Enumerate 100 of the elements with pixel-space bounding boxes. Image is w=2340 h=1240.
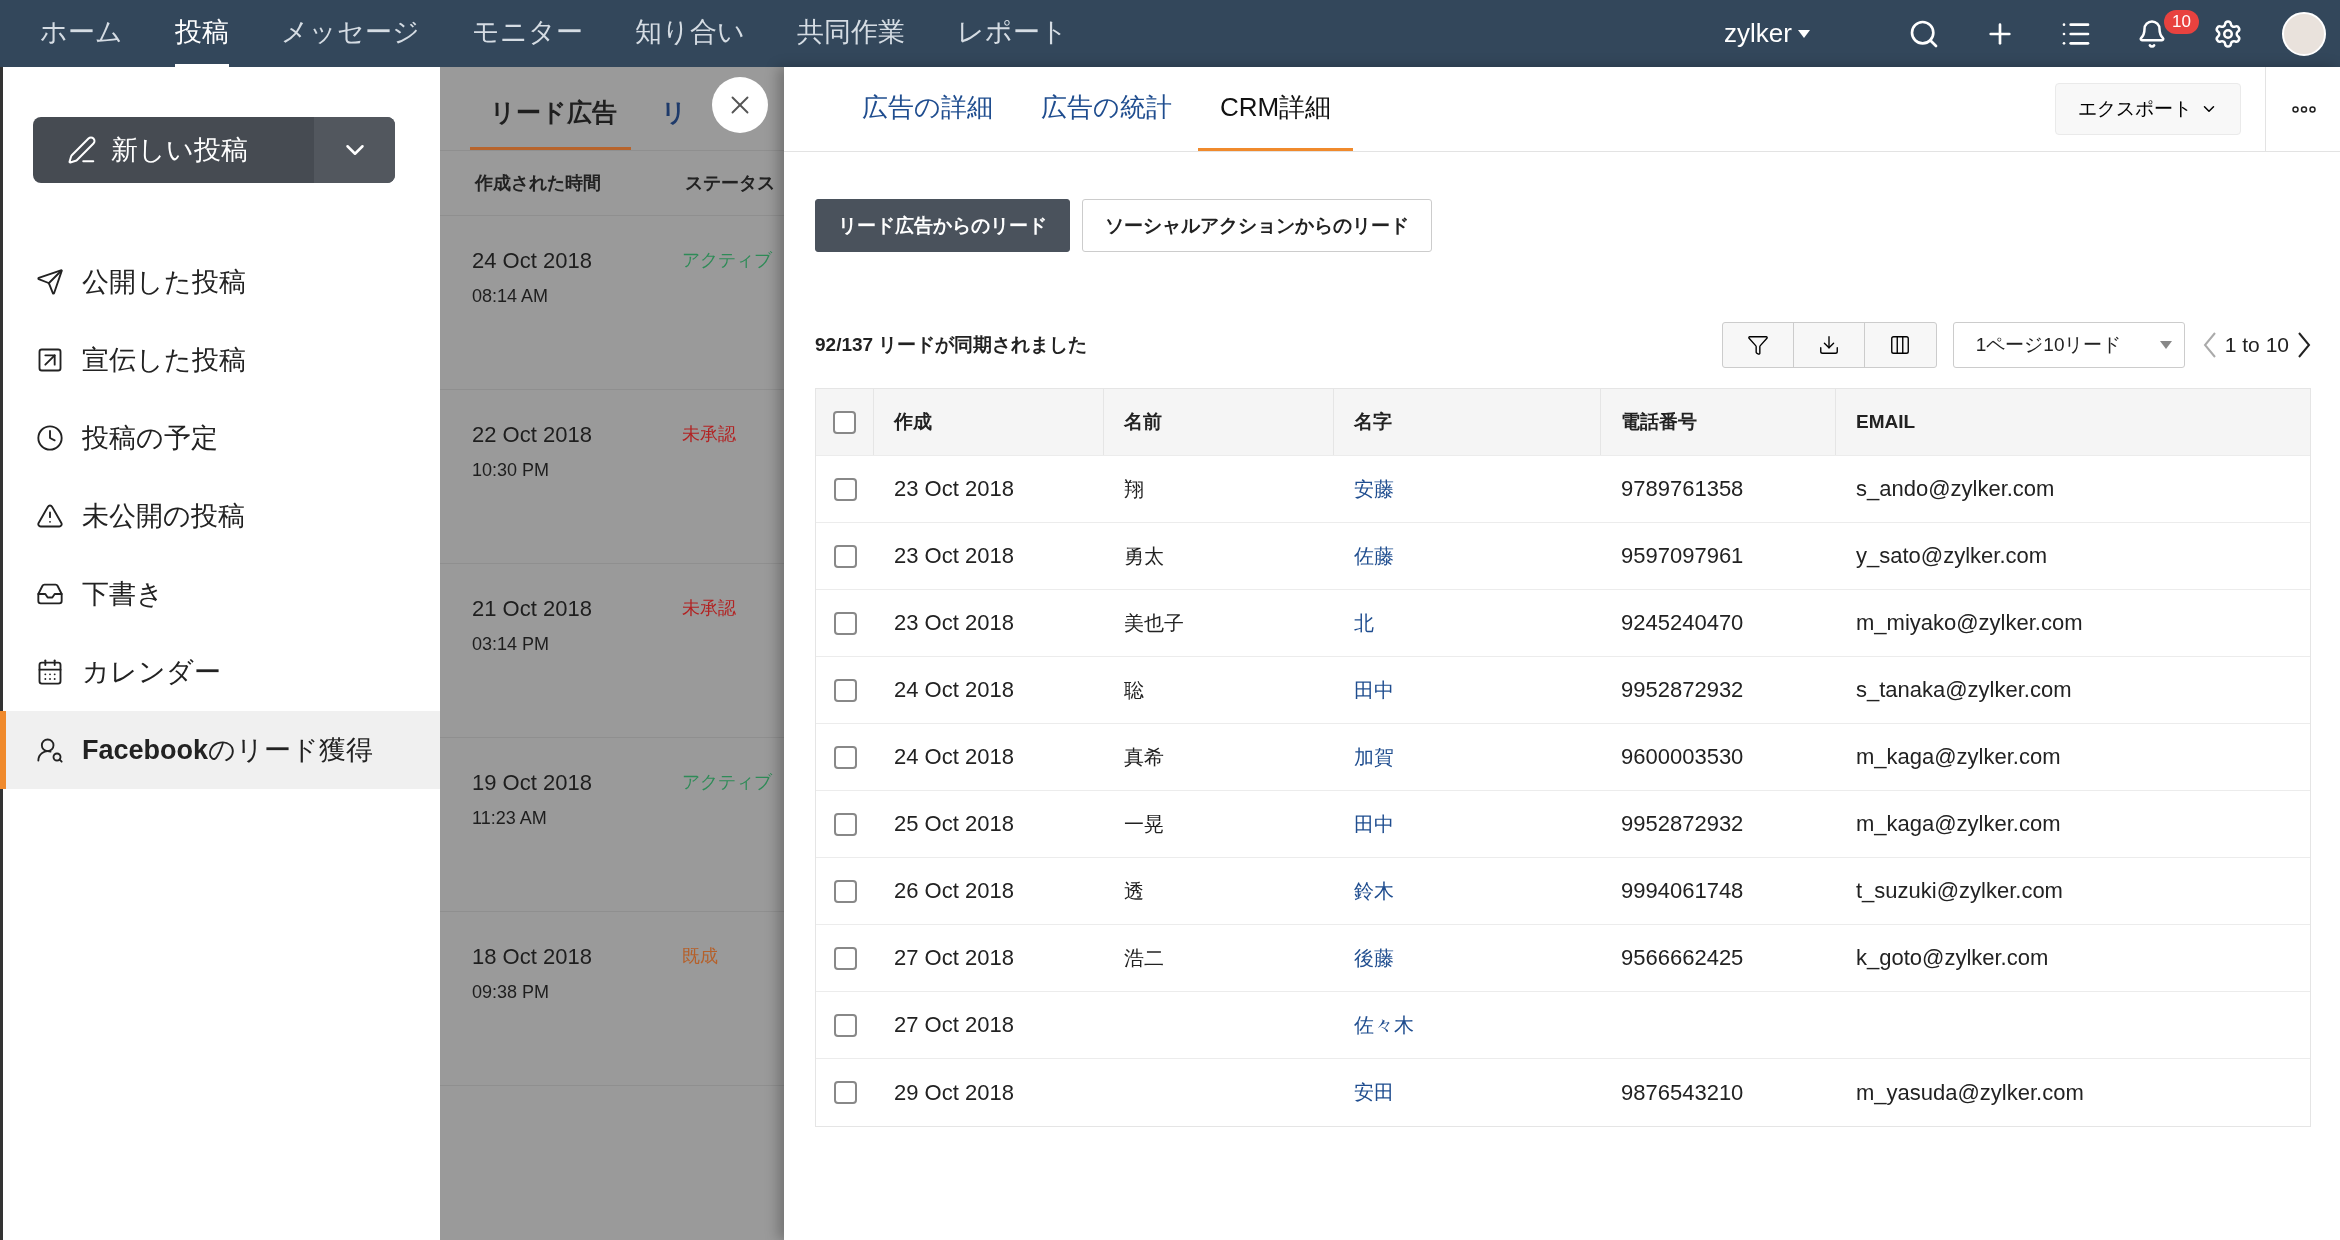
nav-tab[interactable]: 共同作業	[797, 0, 905, 67]
last-name-link[interactable]: 佐々木	[1334, 1011, 1601, 1039]
detail-tab[interactable]: 広告の統計	[1019, 67, 1194, 151]
nav-tab[interactable]: 知り合い	[635, 0, 745, 67]
sidebar-item[interactable]: Facebookのリード獲得	[0, 711, 440, 789]
chevron-right-icon	[2297, 332, 2311, 358]
sidebar-item[interactable]: 下書き	[0, 555, 440, 633]
nav-tab[interactable]: モニター	[472, 0, 583, 67]
ad-time: 09:38 PM	[472, 982, 551, 1003]
nav-tab[interactable]: メッセージ	[281, 0, 420, 67]
last-name-link[interactable]: 田中	[1334, 810, 1601, 838]
last-name-link[interactable]: 田中	[1334, 676, 1601, 704]
row-checkbox[interactable]	[833, 879, 857, 903]
table-cell-text: 勇太	[1123, 543, 1165, 569]
last-name-link[interactable]: 安田	[1334, 1079, 1601, 1106]
table-cell-text: y_sato@zylker.com	[1855, 543, 2049, 569]
page-size-select[interactable]: 1ページ10リード	[1952, 322, 2185, 368]
export-button[interactable]: エクスポート	[2055, 83, 2241, 135]
row-checkbox[interactable]	[833, 1081, 857, 1104]
table-cell-text: 9952872932	[1620, 677, 1745, 703]
table-cell-text: m_kaga@zylker.com	[1855, 744, 2062, 770]
next-page-button[interactable]	[2297, 332, 2311, 358]
lead-source-button[interactable]: リード広告からのリード	[815, 199, 1070, 252]
row-checkbox[interactable]	[833, 1013, 857, 1037]
last-name-link[interactable]: 加賀	[1334, 743, 1601, 771]
ad-time: 08:14 AM	[472, 286, 550, 307]
caret-icon	[2159, 341, 2172, 349]
select-all-checkbox[interactable]	[833, 410, 856, 434]
download-icon	[1817, 334, 1840, 356]
sidebar-item[interactable]: 未公開の投稿	[0, 477, 440, 555]
columns-icon	[1889, 334, 1912, 356]
clock-icon	[36, 424, 64, 452]
calendar-icon	[36, 658, 64, 686]
arrow-square-icon	[36, 346, 64, 374]
row-checkbox[interactable]	[833, 745, 857, 769]
row-checkbox[interactable]	[833, 812, 857, 836]
chevron-left-icon	[2202, 332, 2217, 358]
person-icon	[36, 736, 64, 764]
table-cell-text: 9994061748	[1620, 878, 1745, 904]
detail-tab[interactable]: 広告の詳細	[840, 67, 1015, 151]
previous-page-button[interactable]	[2202, 332, 2217, 358]
table-cell-text: 25 Oct 2018	[893, 811, 1015, 837]
table-cell-text: 一晃	[1123, 811, 1165, 837]
last-name-link[interactable]: 安藤	[1334, 475, 1601, 503]
avatar[interactable]	[2282, 11, 2326, 56]
ad-status: 未承認	[682, 423, 736, 446]
table-cell-text: m_miyako@zylker.com	[1855, 610, 2084, 636]
table-cell-text: 29 Oct 2018	[893, 1079, 1015, 1106]
sync-status-text: 92/137 リードが同期されました	[815, 333, 1089, 357]
column-header: 作成	[874, 389, 1104, 455]
row-checkbox[interactable]	[833, 946, 857, 970]
send-icon	[36, 268, 64, 296]
table-cell-text: 9597097961	[1620, 543, 1745, 569]
ad-status: アクティブ	[682, 249, 772, 272]
row-checkbox[interactable]	[833, 678, 857, 702]
column-header: 電話番号	[1601, 389, 1836, 455]
table-cell-text: 24 Oct 2018	[893, 744, 1015, 770]
row-checkbox[interactable]	[833, 544, 857, 568]
ad-status: 既成	[682, 945, 718, 968]
panel-tab[interactable]: リ	[661, 96, 687, 150]
table-cell-text: 浩二	[1123, 945, 1165, 971]
last-name-link[interactable]: 北	[1334, 609, 1601, 637]
ad-date: 22 Oct 2018	[472, 422, 593, 448]
ad-time: 11:23 AM	[472, 808, 548, 829]
table-cell-text: 23 Oct 2018	[893, 543, 1015, 569]
table-cell-text: 26 Oct 2018	[893, 878, 1015, 904]
column-header: EMAIL	[1855, 410, 1917, 434]
nav-tab[interactable]: ホーム	[40, 0, 123, 67]
column-header: 名前	[1104, 389, 1334, 455]
column-header: 作成された時間	[475, 172, 602, 195]
bell-icon[interactable]	[2137, 18, 2167, 49]
table-cell-text: 27 Oct 2018	[893, 945, 1015, 971]
table-cell-text: t_suzuki@zylker.com	[1855, 878, 2064, 904]
ad-status: アクティブ	[682, 771, 772, 794]
close-button[interactable]	[712, 77, 768, 133]
last-name-link[interactable]: 佐藤	[1334, 542, 1601, 570]
sidebar-item[interactable]: 宣伝した投稿	[0, 321, 440, 399]
row-checkbox[interactable]	[833, 477, 857, 501]
nav-tab[interactable]: レポート	[957, 0, 1068, 67]
sidebar-item[interactable]: 公開した投稿	[0, 243, 440, 321]
last-name-link[interactable]: 後藤	[1334, 944, 1601, 972]
panel-tab[interactable]: リード広告	[470, 96, 631, 150]
table-cell-text: 透	[1123, 878, 1145, 904]
table-cell-text: 9789761358	[1620, 476, 1745, 502]
table-cell-text: s_tanaka@zylker.com	[1855, 677, 2073, 703]
table-cell-text: 23 Oct 2018	[893, 476, 1015, 502]
last-name-link[interactable]: 鈴木	[1334, 877, 1601, 905]
lead-source-button[interactable]: ソーシャルアクションからのリード	[1082, 199, 1432, 252]
table-cell-text: 9600003530	[1620, 744, 1745, 770]
sidebar-item[interactable]: 投稿の予定	[0, 399, 440, 477]
table-cell-text: m_yasuda@zylker.com	[1855, 1079, 2085, 1106]
ad-date: 19 Oct 2018	[472, 770, 593, 796]
detail-tab[interactable]: CRM詳細	[1198, 67, 1354, 151]
sidebar-item[interactable]: カレンダー	[0, 633, 440, 711]
ad-date: 18 Oct 2018	[472, 944, 593, 970]
row-checkbox[interactable]	[833, 611, 857, 635]
table-cell-text: 美也子	[1123, 610, 1185, 636]
org-switcher[interactable]: zylker	[1724, 18, 1810, 49]
more-icon	[2291, 105, 2316, 113]
column-header: ステータス	[684, 172, 776, 195]
